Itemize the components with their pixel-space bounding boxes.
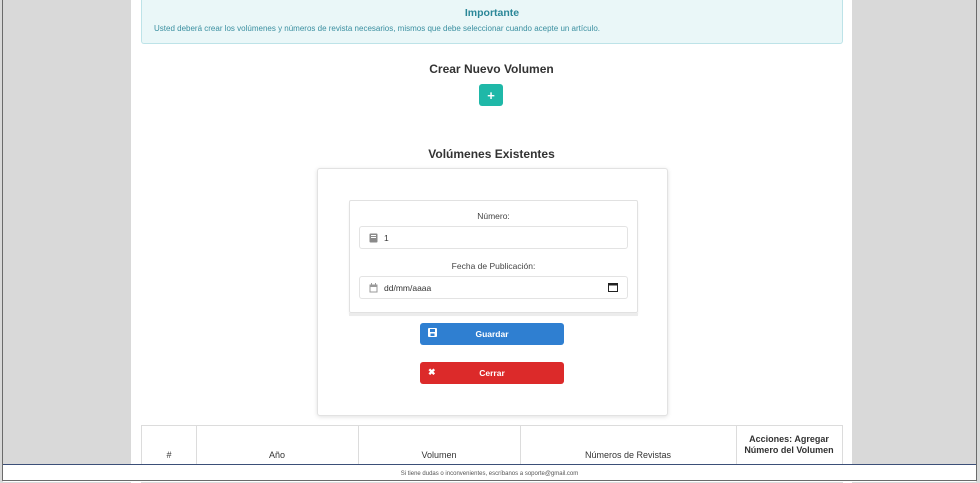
alert-message: Usted deberá crear los volúmenes y númer… bbox=[154, 24, 601, 33]
book-icon bbox=[369, 233, 378, 243]
numero-label: Número: bbox=[477, 211, 510, 221]
add-volume-button[interactable]: + bbox=[479, 84, 503, 106]
plus-icon: + bbox=[487, 87, 495, 103]
fecha-label: Fecha de Publicación: bbox=[451, 261, 536, 271]
create-volume-title: Crear Nuevo Volumen bbox=[429, 62, 554, 76]
save-label: Guardar bbox=[475, 329, 509, 339]
footer-text: Si tiene dudas o inconvenientes, escríba… bbox=[400, 471, 579, 477]
volume-form: Número: 1 Fecha de Publicación: dd/mm/aa… bbox=[349, 200, 638, 316]
calendar-icon bbox=[369, 283, 378, 293]
date-picker-icon[interactable] bbox=[608, 282, 618, 295]
main-content: Importante Usted deberá crear los volúme… bbox=[131, 0, 852, 483]
existing-volumes-title: Volúmenes Existentes bbox=[428, 147, 555, 161]
close-label: Cerrar bbox=[479, 368, 505, 378]
numero-field[interactable]: 1 bbox=[359, 226, 628, 249]
fecha-placeholder: dd/mm/aaaa bbox=[384, 283, 432, 293]
info-alert: Importante Usted deberá crear los volúme… bbox=[141, 0, 843, 44]
footer: Si tiene dudas o inconvenientes, escríba… bbox=[3, 464, 976, 482]
numero-value: 1 bbox=[384, 233, 389, 243]
close-button[interactable]: ✖ Cerrar bbox=[420, 362, 564, 384]
fecha-publicacion-field[interactable]: dd/mm/aaaa bbox=[359, 276, 628, 299]
new-volume-form-card: Número: 1 Fecha de Publicación: dd/mm/aa… bbox=[317, 168, 668, 416]
alert-title: Importante bbox=[464, 7, 520, 19]
save-button[interactable]: Guardar bbox=[420, 323, 564, 345]
